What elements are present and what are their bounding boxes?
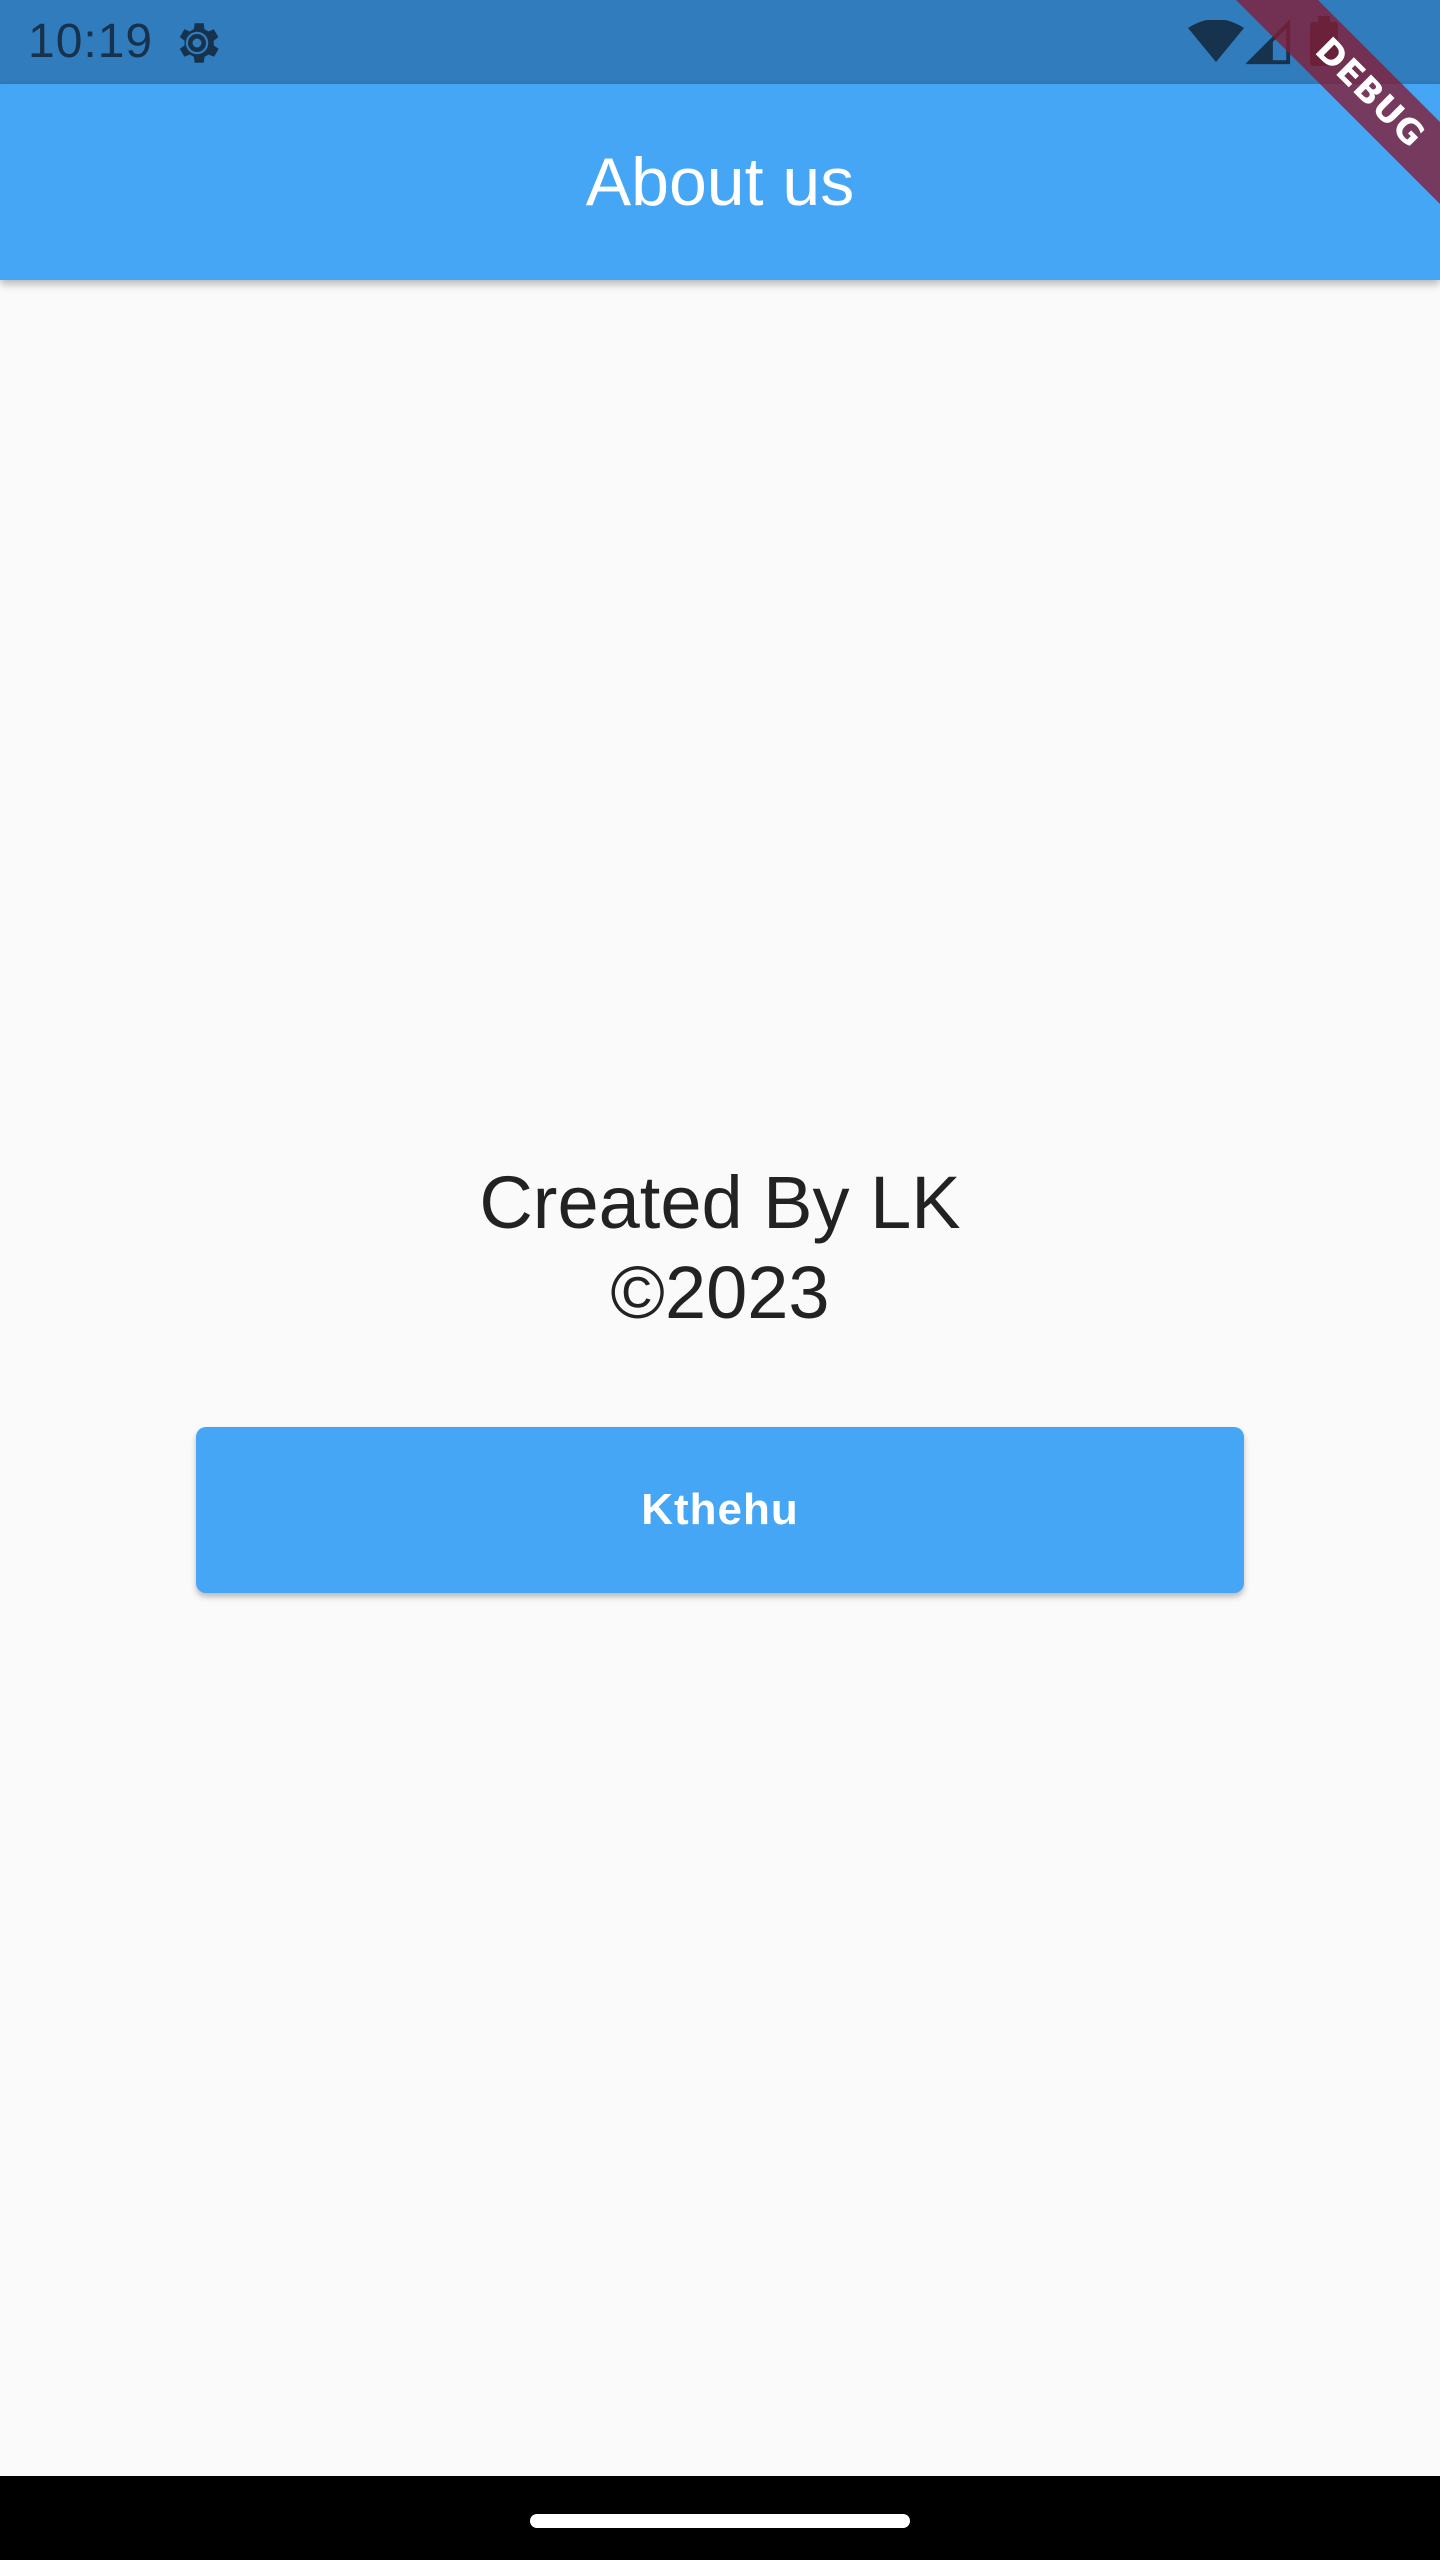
wifi-icon bbox=[1188, 20, 1244, 62]
about-screen: 10:19 About us DEBUG Created By LK ©2023… bbox=[0, 0, 1440, 2560]
home-gesture-handle[interactable] bbox=[530, 2514, 910, 2528]
status-time: 10:19 bbox=[28, 15, 154, 68]
status-bar: 10:19 bbox=[0, 0, 1440, 84]
signal-icon bbox=[1246, 20, 1291, 65]
credit-line: Created By LK bbox=[479, 1161, 961, 1244]
battery-icon bbox=[1310, 16, 1338, 66]
navigation-bar bbox=[0, 2476, 1440, 2560]
gear-icon bbox=[179, 23, 219, 63]
app-bar: About us bbox=[0, 84, 1440, 280]
credit-text: Created By LK ©2023 bbox=[0, 1158, 1440, 1338]
back-button[interactable]: Kthehu bbox=[196, 1427, 1244, 1593]
copyright-line: ©2023 bbox=[610, 1251, 830, 1334]
page-title: About us bbox=[585, 144, 855, 220]
